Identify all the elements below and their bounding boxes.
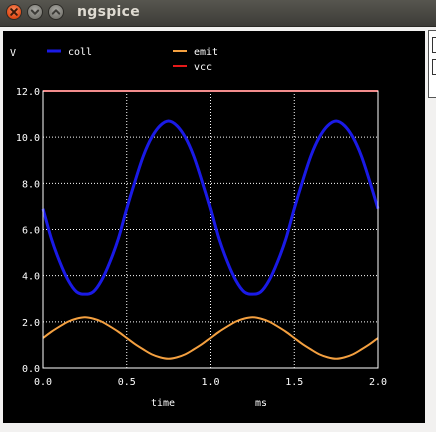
- x-tick-label: 0.5: [118, 377, 136, 388]
- minimize-icon: [30, 9, 40, 15]
- legend-label-emit: emit: [194, 47, 218, 58]
- plot-canvas: 0.0 2.0 4.0 6.0 8.0 10.0 12.0 0.0 0.5 1.0 1.5 2.0 Vt…: [10, 47, 387, 409]
- plot-area[interactable]: 0.0 2.0 4.0 6.0 8.0 10.0 12.0 0.0 0.5 1.0 1.5 2.0 Vt…: [3, 31, 425, 423]
- window-title: ngspice: [77, 4, 141, 20]
- y-tick-label: 2.0: [22, 318, 40, 329]
- legend: coll emit vcc: [47, 47, 218, 73]
- side-panel: [428, 30, 436, 98]
- series-lines: [41, 90, 380, 360]
- maximize-icon: [51, 9, 61, 15]
- close-button[interactable]: [6, 4, 22, 20]
- status-strip: [0, 424, 436, 432]
- maximize-button[interactable]: [48, 4, 64, 20]
- grid: [43, 91, 378, 368]
- side-checkbox[interactable]: [432, 59, 436, 75]
- title-bar: ngspice: [0, 0, 436, 27]
- y-tick-label: 12.0: [16, 87, 40, 98]
- y-tick-label: 6.0: [22, 226, 40, 237]
- minimize-button[interactable]: [27, 4, 43, 20]
- y-tick-label: 8.0: [22, 179, 40, 190]
- y-axis-label: V: [10, 48, 16, 59]
- close-icon: [10, 8, 18, 16]
- y-tick-label: 4.0: [22, 272, 40, 283]
- legend-label-coll: coll: [68, 47, 92, 58]
- x-tick-label: 0.0: [34, 377, 52, 388]
- x-tick-label: 1.5: [285, 377, 303, 388]
- x-axis-unit: ms: [255, 398, 267, 409]
- legend-label-vcc: vcc: [194, 62, 212, 73]
- side-checkbox[interactable]: [432, 37, 436, 53]
- tick-labels: 0.0 2.0 4.0 6.0 8.0 10.0 12.0 0.0 0.5 1.0 1.5 2.0 Vt…: [10, 48, 387, 409]
- x-axis-label: time: [151, 398, 175, 409]
- y-tick-label: 10.0: [16, 133, 40, 144]
- x-tick-label: 1.0: [201, 377, 219, 388]
- y-tick-label: 0.0: [22, 364, 40, 375]
- x-tick-label: 2.0: [369, 377, 387, 388]
